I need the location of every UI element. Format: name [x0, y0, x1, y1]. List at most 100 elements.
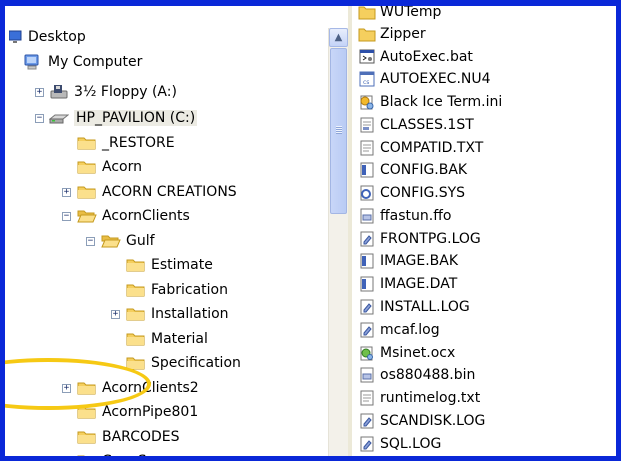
batch-file-icon [358, 48, 376, 66]
list-item[interactable]: os880488.bin [358, 364, 475, 385]
tree-item-folder[interactable]: Acorn [77, 157, 142, 177]
file-list-pane: WUTemp Zipper AutoExec.bat cs AUTOEXEC.N… [352, 6, 616, 456]
tree-item-my-computer[interactable]: My Computer [23, 52, 142, 72]
folder-icon [77, 135, 97, 151]
tree-item-hp-pavilion[interactable]: HP_PAVILION (C:) [48, 108, 198, 128]
list-item[interactable]: mcaf.log [358, 319, 440, 340]
file-name: Zipper [380, 25, 426, 42]
generic-file-icon [358, 161, 376, 179]
hard-drive-icon [48, 110, 70, 126]
list-item[interactable]: SCANDISK.LOG [358, 410, 485, 431]
tree-item-floppy[interactable]: 3½ Floppy (A:) [49, 82, 177, 102]
generic-file-icon [358, 252, 376, 270]
tree-item-label: 3½ Floppy (A:) [74, 84, 177, 100]
file-name: CLASSES.1ST [380, 116, 474, 133]
tree-item-folder[interactable]: AcornPipe801 [77, 402, 198, 422]
folder-icon [77, 380, 97, 396]
tree-expander[interactable]: + [62, 188, 71, 197]
tree-item-folder[interactable]: Installation [126, 304, 229, 324]
tree-expander[interactable]: + [62, 384, 71, 393]
list-item[interactable]: COMPATID.TXT [358, 137, 483, 158]
folder-icon [77, 159, 97, 175]
tree-item-folder[interactable]: Gulf [101, 231, 155, 251]
folder-icon [126, 282, 146, 298]
tree-item-folder[interactable]: Specification [126, 353, 241, 373]
log-file-icon [358, 298, 376, 316]
generic-file-icon [358, 275, 376, 293]
file-name: ffastun.ffo [380, 207, 452, 224]
system-file-icon [358, 366, 376, 384]
file-name: runtimelog.txt [380, 389, 481, 406]
tree-item-label: BARCODES [102, 429, 180, 445]
list-item[interactable]: CONFIG.SYS [358, 182, 465, 203]
ini-file-icon [358, 93, 376, 111]
tree-item-label: AcornPipe801 [102, 404, 199, 420]
list-item[interactable]: CLASSES.1ST [358, 114, 474, 135]
tree-item-label: ACORN CREATIONS [102, 184, 237, 200]
log-file-icon [358, 412, 376, 430]
tree-item-label: CanoScan [102, 453, 172, 461]
tree-scrollbar[interactable]: ▲ [328, 28, 348, 456]
list-item[interactable]: IMAGE.BAK [358, 250, 458, 271]
list-item[interactable]: WUTemp [358, 6, 441, 22]
tree-item-folder[interactable]: AcornClients2 [77, 378, 199, 398]
svg-text:cs: cs [363, 79, 369, 86]
log-file-icon [358, 230, 376, 248]
floppy-drive-icon [49, 84, 69, 100]
list-item[interactable]: INSTALL.LOG [358, 296, 470, 317]
file-name: IMAGE.BAK [380, 252, 459, 269]
folder-icon [358, 25, 376, 43]
tree-item-folder[interactable]: CanoScan [77, 451, 172, 461]
tree-item-label: Fabrication [151, 282, 228, 298]
tree-expander[interactable]: − [62, 212, 71, 221]
tree-expander-hp-pavilion[interactable]: − [35, 114, 44, 123]
list-item[interactable]: ffastun.ffo [358, 205, 451, 226]
file-name: CONFIG.SYS [380, 184, 466, 201]
config-file-icon [358, 184, 376, 202]
file-name: SCANDISK.LOG [380, 412, 486, 429]
tree-item-label: Estimate [151, 257, 213, 273]
list-item[interactable]: Msinet.ocx [358, 342, 455, 363]
list-item[interactable]: Black Ice Term.ini [358, 91, 502, 112]
system-file-icon [358, 207, 376, 225]
tree-item-folder[interactable]: Fabrication [126, 280, 228, 300]
log-file-icon [358, 435, 376, 453]
file-name: IMAGE.DAT [380, 275, 458, 292]
file-name: WUTemp [380, 6, 442, 20]
tree-expander-floppy[interactable]: + [35, 88, 44, 97]
scroll-up-button[interactable]: ▲ [329, 28, 348, 47]
file-name: Black Ice Term.ini [380, 93, 503, 110]
folder-icon [358, 6, 376, 21]
list-item[interactable]: FRONTPG.LOG [358, 228, 481, 249]
desktop-icon [8, 29, 23, 45]
list-item[interactable]: SQL.LOG [358, 433, 441, 454]
tree-item-folder[interactable]: ACORN CREATIONS [77, 182, 237, 202]
tree-item-folder[interactable]: Material [126, 329, 208, 349]
list-item[interactable]: IMAGE.DAT [358, 273, 457, 294]
file-name: AUTOEXEC.NU4 [380, 70, 491, 87]
tree-item-folder[interactable]: Estimate [126, 255, 213, 275]
tree-expander[interactable]: − [86, 237, 95, 246]
tree-item-folder[interactable]: BARCODES [77, 427, 180, 447]
tree-item-folder[interactable]: AcornClients [77, 206, 190, 226]
tree-item-desktop[interactable]: Desktop [8, 27, 86, 47]
system-file-icon [358, 116, 376, 134]
list-item[interactable]: runtimelog.txt [358, 387, 480, 408]
system-file-icon: cs [358, 70, 376, 88]
grip-icon [336, 126, 342, 134]
list-item[interactable]: cs AUTOEXEC.NU4 [358, 68, 491, 89]
tree-item-label: Acorn [102, 159, 142, 175]
list-item[interactable]: Zipper [358, 23, 426, 44]
list-item[interactable]: CONFIG.BAK [358, 159, 467, 180]
folder-tree-pane: Desktop My Computer + 3½ Floppy (A:) − H… [5, 6, 325, 461]
tree-item-label: Specification [151, 355, 241, 371]
folder-icon [77, 429, 97, 445]
tree-item-label: AcornClients2 [102, 380, 199, 396]
file-name: FRONTPG.LOG [380, 230, 481, 247]
tree-item-folder[interactable]: _RESTORE [77, 133, 175, 153]
list-item[interactable]: AutoExec.bat [358, 46, 473, 67]
file-name: mcaf.log [380, 321, 440, 338]
scroll-thumb[interactable] [330, 48, 347, 214]
tree-expander[interactable]: + [111, 310, 120, 319]
tree-expander[interactable]: + [62, 457, 71, 461]
